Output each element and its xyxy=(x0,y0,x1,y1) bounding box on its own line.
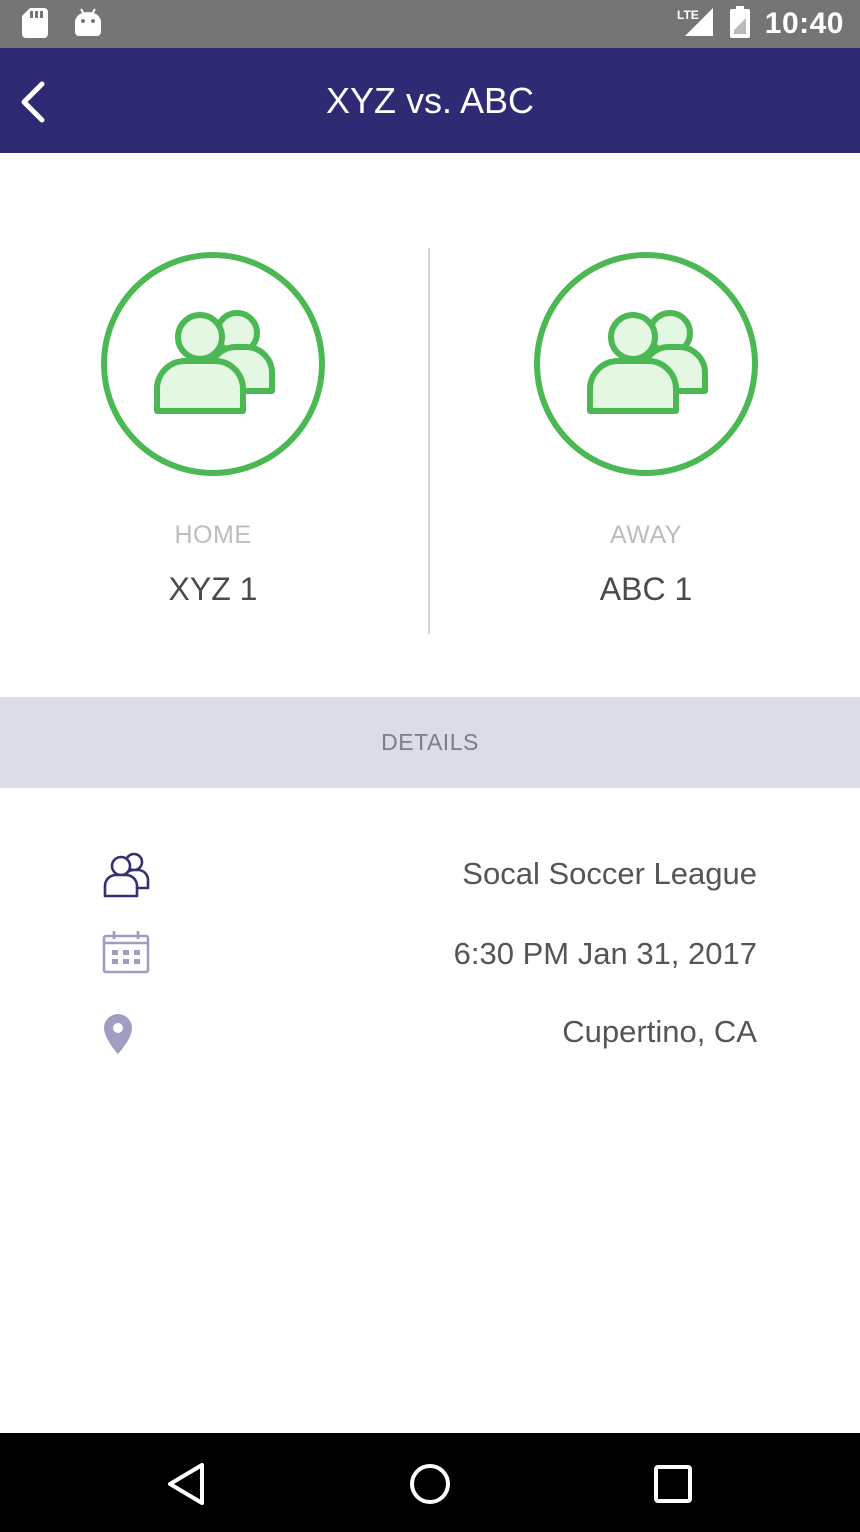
home-circle-icon xyxy=(410,1464,450,1504)
android-icon xyxy=(74,8,102,43)
match-datetime: 6:30 PM Jan 31, 2017 xyxy=(453,936,757,971)
status-bar: LTE 10:40 xyxy=(0,0,860,48)
nav-back-button[interactable] xyxy=(164,1461,210,1507)
league-name: Socal Soccer League xyxy=(462,856,757,891)
lte-text: LTE xyxy=(677,8,699,22)
page-title: XYZ vs. ABC xyxy=(325,80,535,121)
match-location: Cupertino, CA xyxy=(562,1014,757,1049)
nav-home-button[interactable] xyxy=(407,1461,453,1507)
home-team[interactable]: HOME XYZ 1 xyxy=(0,153,430,697)
app-bar: XYZ vs. ABC xyxy=(0,48,860,153)
detail-row-datetime: 6:30 PM Jan 31, 2017 xyxy=(0,926,860,986)
lte-signal-icon: LTE xyxy=(677,6,715,43)
match-teams: HOME XYZ 1 AWAY ABC 1 xyxy=(0,153,860,697)
home-team-name: XYZ 1 xyxy=(168,571,258,607)
details-section-header: DETAILS xyxy=(0,697,860,788)
users-icon xyxy=(103,852,150,898)
system-nav-bar xyxy=(0,1433,860,1532)
recents-square-icon xyxy=(654,1465,692,1503)
away-team-name: ABC 1 xyxy=(599,571,693,607)
away-label: AWAY xyxy=(610,521,682,549)
battery-icon xyxy=(729,5,751,43)
detail-row-league: Socal Soccer League xyxy=(0,844,860,904)
detail-row-location: Cupertino, CA xyxy=(0,1006,860,1066)
nav-recents-button[interactable] xyxy=(650,1461,696,1507)
team-group-icon xyxy=(534,252,758,476)
calendar-icon xyxy=(102,931,150,974)
home-label: HOME xyxy=(174,521,252,549)
back-triangle-icon xyxy=(168,1463,204,1505)
map-pin-icon xyxy=(104,1014,132,1054)
team-group-icon xyxy=(101,252,325,476)
status-time: 10:40 xyxy=(764,7,844,40)
away-team[interactable]: AWAY ABC 1 xyxy=(430,153,860,697)
sd-card-icon xyxy=(22,8,48,43)
